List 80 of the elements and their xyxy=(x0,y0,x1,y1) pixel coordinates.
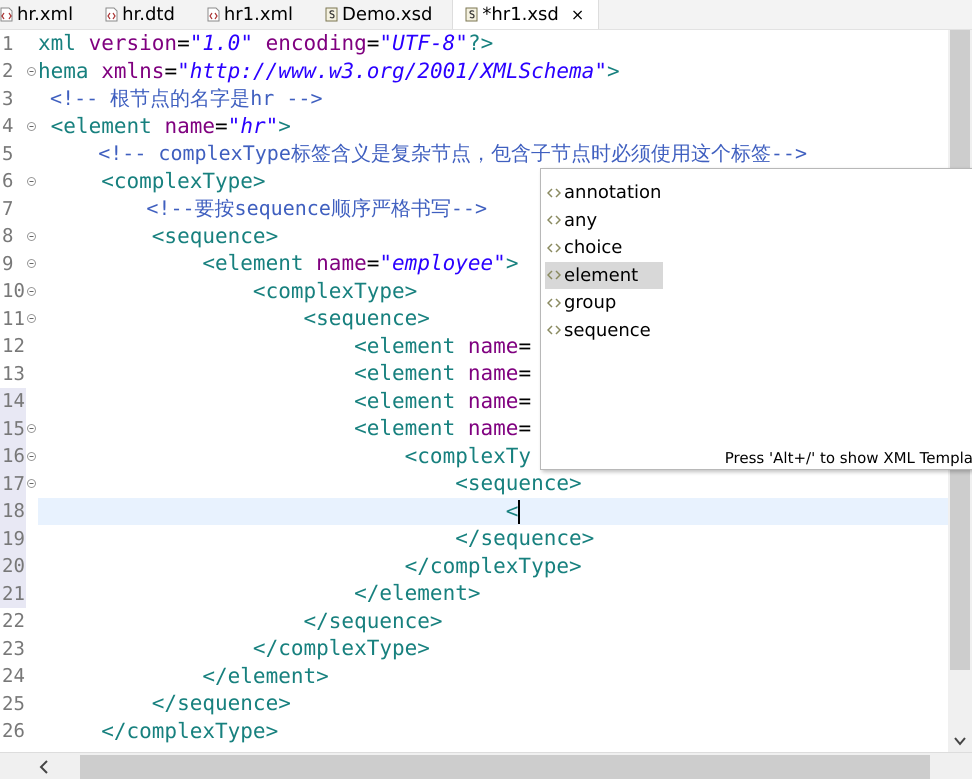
code-string: "http://www.w3.org/2001/XMLSchema" xyxy=(177,58,607,82)
line-number: 10 xyxy=(2,280,25,302)
line-number: 19 xyxy=(2,528,25,550)
code-tag: <element xyxy=(38,361,468,385)
line-number: 5 xyxy=(2,142,14,165)
line-number: 22 xyxy=(2,610,25,632)
code-text: = xyxy=(518,416,532,440)
code-attribute: encoding xyxy=(266,31,367,55)
line-number: 16 xyxy=(2,445,25,468)
code-tag: <sequence> xyxy=(38,306,430,330)
code-string: "1.0" xyxy=(190,31,254,55)
line-number: 17 xyxy=(2,472,25,495)
code-tag: <element xyxy=(38,114,164,138)
line-number: 3 xyxy=(2,88,14,110)
code-tag: <element xyxy=(38,251,316,275)
line-number: 18 xyxy=(2,500,25,522)
code-attribute: name xyxy=(468,388,518,412)
line-number: 15 xyxy=(2,418,25,440)
code-tag: hema xyxy=(38,58,102,82)
code-tag: <complexTy xyxy=(38,444,532,468)
line-number: 2 xyxy=(2,60,14,82)
line-number: 24 xyxy=(2,665,25,688)
code-tag: <complexType> xyxy=(38,278,418,302)
code-tag: </complexType> xyxy=(38,554,582,578)
code-string: "UTF-8" xyxy=(379,31,468,55)
code-attribute: name xyxy=(468,334,518,358)
code-comment: <!-- 根节点的名字是hr --> xyxy=(49,86,322,110)
code-tag: <element xyxy=(38,416,468,440)
code-text: = xyxy=(518,334,532,358)
code-string: "hr" xyxy=(228,114,278,138)
code-tag: <sequence> xyxy=(38,224,278,248)
code-comment: <!-- complexType标签含义是复杂节点，包含子节点时必须使用这个标签--> xyxy=(97,141,807,165)
line-number: 6 xyxy=(2,170,14,192)
code-text: = xyxy=(366,251,380,275)
code-tag: </element> xyxy=(38,664,329,688)
code-text: = xyxy=(177,31,190,55)
line-number: 9 xyxy=(2,252,14,275)
code-tag: </complexType> xyxy=(38,718,278,742)
code-attribute: version xyxy=(88,31,178,55)
code-text: = xyxy=(518,388,532,412)
code-string: "employee" xyxy=(379,251,506,275)
code-tag: </complexType> xyxy=(38,636,430,660)
code-tag: </element> xyxy=(38,581,481,605)
line-number: 8 xyxy=(2,225,14,248)
line-number: 1 xyxy=(2,32,14,55)
code-text: = xyxy=(215,114,228,138)
code-tag: </sequence> xyxy=(38,691,291,715)
code-attribute: name xyxy=(468,416,518,440)
code-attribute: name xyxy=(468,361,518,385)
line-number: 13 xyxy=(2,362,25,385)
code-tag: > xyxy=(606,58,620,82)
line-number: 12 xyxy=(2,335,25,358)
code-text: = xyxy=(164,58,178,82)
code-tag: </sequence> xyxy=(38,608,443,632)
line-number: 14 xyxy=(2,390,25,412)
line-number: 26 xyxy=(2,720,25,742)
code-tag: </sequence> xyxy=(38,526,594,550)
code-tag: <sequence> xyxy=(38,471,582,495)
code-text: = xyxy=(518,361,532,385)
line-number: 21 xyxy=(2,582,25,605)
code-attribute: name xyxy=(164,114,216,138)
code-text: = xyxy=(366,31,380,55)
hint-text: Press 'Alt+/' to show XML Templa xyxy=(724,449,972,469)
code-tag: ?> xyxy=(468,31,494,55)
line-number: 20 xyxy=(2,555,25,578)
code-attribute: xmlns xyxy=(101,58,164,82)
line-number: 7 xyxy=(2,198,14,220)
code-tag: <element xyxy=(38,388,468,412)
code-tag: xml xyxy=(38,31,89,55)
code-attribute: name xyxy=(316,251,367,275)
line-number: 23 xyxy=(2,638,25,660)
code-tag: <complexType> xyxy=(38,168,266,192)
code-tag: > xyxy=(506,251,518,275)
code-tag: <element xyxy=(38,334,468,358)
code-comment: <!--要按sequence顺序严格书写--> xyxy=(145,196,487,220)
code-tag: > xyxy=(278,114,291,138)
code-tag: < xyxy=(38,498,518,522)
line-number: 11 xyxy=(2,308,25,330)
line-number: 4 xyxy=(2,115,14,138)
line-number: 25 xyxy=(2,692,25,715)
